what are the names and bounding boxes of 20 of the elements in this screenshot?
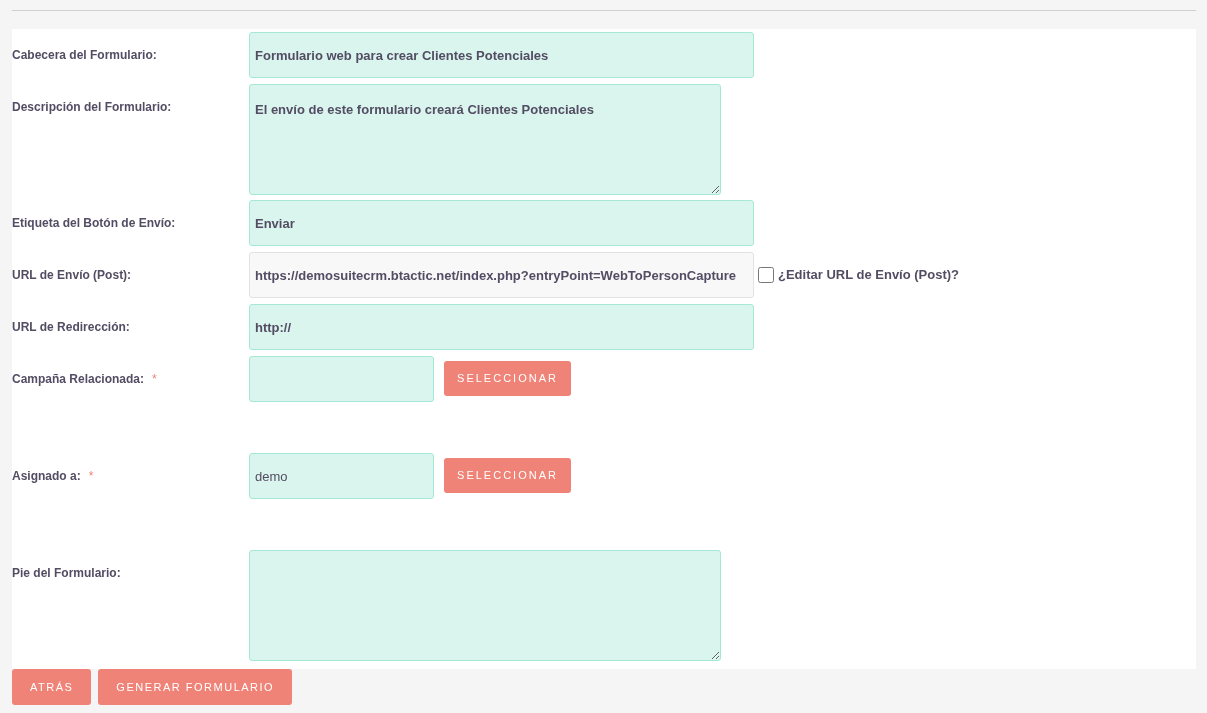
text-area[interactable] [249, 550, 721, 661]
required-mark: * [152, 371, 157, 388]
field-label: URL de Redirección: [12, 319, 130, 336]
text-field[interactable]: Enviar [249, 200, 754, 246]
lookup-field[interactable] [249, 356, 434, 402]
text-field[interactable]: http:// [249, 304, 754, 350]
field-label: Cabecera del Formulario: [12, 47, 157, 64]
text-field[interactable]: Formulario web para crear Clientes Potenciales [249, 32, 754, 78]
field-label: Descripción del Formulario: [12, 99, 172, 116]
field-label: Etiqueta del Botón de Envío: [12, 215, 176, 232]
lookup-field[interactable]: demo [249, 453, 434, 499]
field-label: URL de Envío (Post): [12, 267, 132, 284]
url-field[interactable]: https://demosuitecrm.btactic.net/index.php?entryPoint=WebToPersonCapture [249, 252, 754, 298]
field-label: Pie del Formulario: [12, 565, 121, 582]
edit-url-checkbox[interactable] [758, 267, 774, 283]
text-area[interactable]: El envío de este formulario creará Clientes Potenciales [249, 84, 721, 195]
field-label: Asignado a: [12, 468, 81, 485]
required-mark: * [88, 468, 94, 485]
checkbox-label: ¿Editar URL de Envío (Post)? [778, 266, 960, 285]
field-label: Campaña Relacionada: [12, 371, 145, 388]
